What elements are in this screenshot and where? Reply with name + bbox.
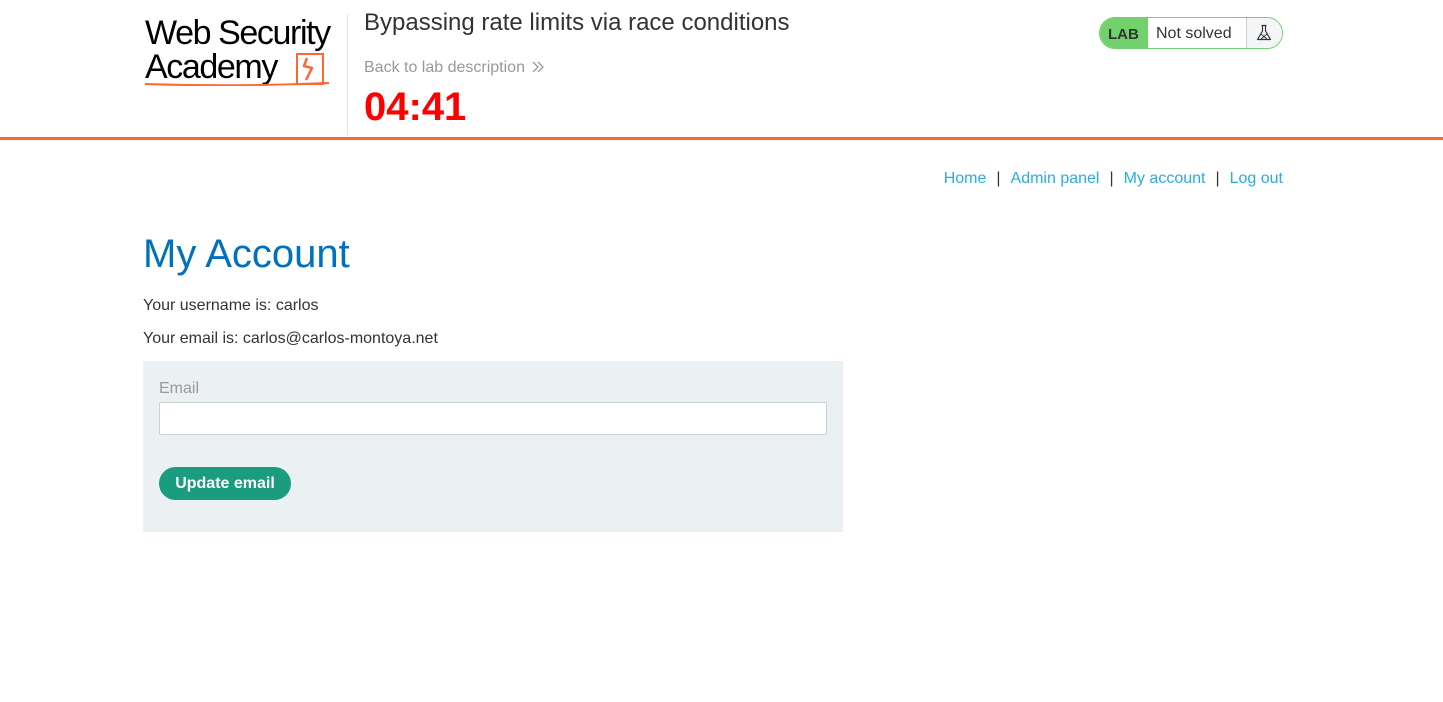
nav-separator: |	[996, 170, 1001, 187]
logo-text-line1: Web Security	[145, 14, 331, 52]
lab-title: Bypassing rate limits via race condition…	[364, 9, 790, 36]
email-info: Your email is: carlos@carlos-montoya.net	[143, 330, 438, 347]
logo-bolt-icon	[296, 53, 324, 85]
lab-status-text: Not solved	[1156, 25, 1232, 42]
top-nav: Home | Admin panel | My account | Log out	[944, 170, 1283, 188]
flask-icon	[1256, 24, 1272, 41]
flask-button[interactable]	[1246, 18, 1282, 48]
header-divider	[347, 14, 348, 136]
email-field-label: Email	[159, 380, 200, 397]
nav-log-out-link[interactable]: Log out	[1230, 170, 1283, 187]
back-to-lab-description-link[interactable]: Back to lab description	[364, 59, 545, 77]
lab-status-widget: LAB Not solved	[1099, 17, 1283, 49]
nav-separator: |	[1215, 170, 1220, 187]
username-info: Your username is: carlos	[143, 297, 319, 314]
nav-admin-panel-link[interactable]: Admin panel	[1011, 170, 1100, 187]
lab-header: Web Security Academy Bypassing rate limi…	[0, 0, 1443, 140]
nav-my-account-link[interactable]: My account	[1124, 170, 1206, 187]
change-email-form: Email Update email	[143, 361, 843, 532]
web-security-academy-logo[interactable]: Web Security Academy	[145, 14, 345, 90]
nav-home-link[interactable]: Home	[944, 170, 987, 187]
nav-separator: |	[1109, 170, 1114, 187]
email-field[interactable]	[159, 402, 827, 435]
logo-underline-icon	[145, 82, 329, 86]
page-title: My Account	[143, 232, 350, 276]
double-chevron-right-icon	[532, 61, 544, 73]
lab-tag: LAB	[1100, 18, 1148, 48]
logo-text-line2: Academy	[145, 48, 278, 86]
countdown-timer: 04:41	[364, 85, 467, 129]
back-link-label: Back to lab description	[364, 59, 525, 76]
update-email-button[interactable]: Update email	[159, 467, 291, 500]
